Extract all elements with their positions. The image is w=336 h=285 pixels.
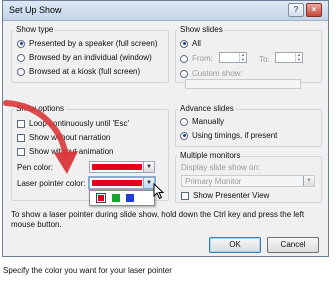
show-slides-label: Show slides [178,25,225,34]
presented-by-speaker-option[interactable]: Presented by a speaker (full screen) [17,39,158,48]
multiple-monitors-label: Multiple monitors [178,151,243,160]
radio-icon[interactable] [17,67,25,76]
using-timings-option[interactable]: Using timings, if present [180,131,277,140]
close-button[interactable]: × [306,3,322,17]
to-label: To: [259,55,270,64]
option-label: Browsed by an individual (window) [29,53,152,62]
laser-pointer-color-dropdown[interactable]: ▼ [89,177,155,189]
option-label: Using timings, if present [192,131,278,140]
pen-color-swatch [92,164,142,170]
spin-down-icon[interactable]: ▼ [295,58,302,62]
from-slide-spinner[interactable]: ▲ ▼ [219,52,247,63]
advance-slides-label: Advance slides [178,104,236,113]
to-slide-spinner[interactable]: ▲ ▼ [275,52,303,63]
pen-color-dropdown[interactable]: ▼ [89,161,155,173]
from-slides-option[interactable]: From: [180,54,213,63]
radio-icon[interactable] [180,69,188,78]
option-label: Browsed at a kiosk (full screen) [29,67,141,76]
show-presenter-view-checkbox[interactable]: Show Presenter View [181,191,269,200]
mouse-cursor-icon [153,183,165,200]
laser-pointer-hint: To show a laser pointer during slide sho… [11,210,305,229]
display-monitor-select[interactable]: Primary Monitor ▼ [181,175,315,187]
custom-show-select[interactable] [185,79,301,89]
radio-icon[interactable] [17,39,25,48]
checkbox-icon[interactable] [181,191,189,200]
red-swatch [98,195,104,201]
palette-red-color[interactable] [96,193,106,203]
option-label: Presented by a speaker (full screen) [29,39,158,48]
advance-slides-group [175,109,322,147]
show-type-label: Show type [14,25,56,34]
display-slide-show-label: Display slide show on: [181,163,261,172]
radio-icon[interactable] [180,54,188,63]
browsed-at-kiosk-option[interactable]: Browsed at a kiosk (full screen) [17,67,140,76]
chevron-down-icon[interactable]: ▼ [303,176,314,186]
dialog-title: Set Up Show [9,5,62,15]
display-monitor-value: Primary Monitor [185,177,242,186]
manually-option[interactable]: Manually [180,117,224,126]
option-label: From: [192,54,213,63]
all-slides-option[interactable]: All [180,39,201,48]
custom-show-option[interactable]: Custom show: [180,69,243,78]
radio-icon[interactable] [180,117,188,126]
browsed-by-individual-option[interactable]: Browsed by an individual (window) [17,53,152,62]
annotation-arrow-icon [3,100,78,174]
option-label: Custom show: [192,69,243,78]
spin-down-icon[interactable]: ▼ [239,58,246,62]
ok-button[interactable]: OK [209,237,261,253]
palette-blue-color[interactable] [126,194,134,202]
cancel-button[interactable]: Cancel [267,237,319,253]
laser-color-palette [89,190,155,206]
laser-color-swatch [92,180,142,186]
radio-icon[interactable] [180,39,188,48]
radio-icon[interactable] [17,53,25,62]
radio-icon[interactable] [180,131,188,140]
option-label: Manually [192,117,225,126]
palette-green-color[interactable] [112,194,120,202]
title-bar: Set Up Show ? × [3,1,328,21]
chevron-down-icon[interactable]: ▼ [143,162,154,172]
caption: Specify the color you want for your lase… [3,266,172,275]
option-label: All [192,39,201,48]
help-button[interactable]: ? [288,3,304,17]
option-label: Show Presenter View [193,191,270,200]
